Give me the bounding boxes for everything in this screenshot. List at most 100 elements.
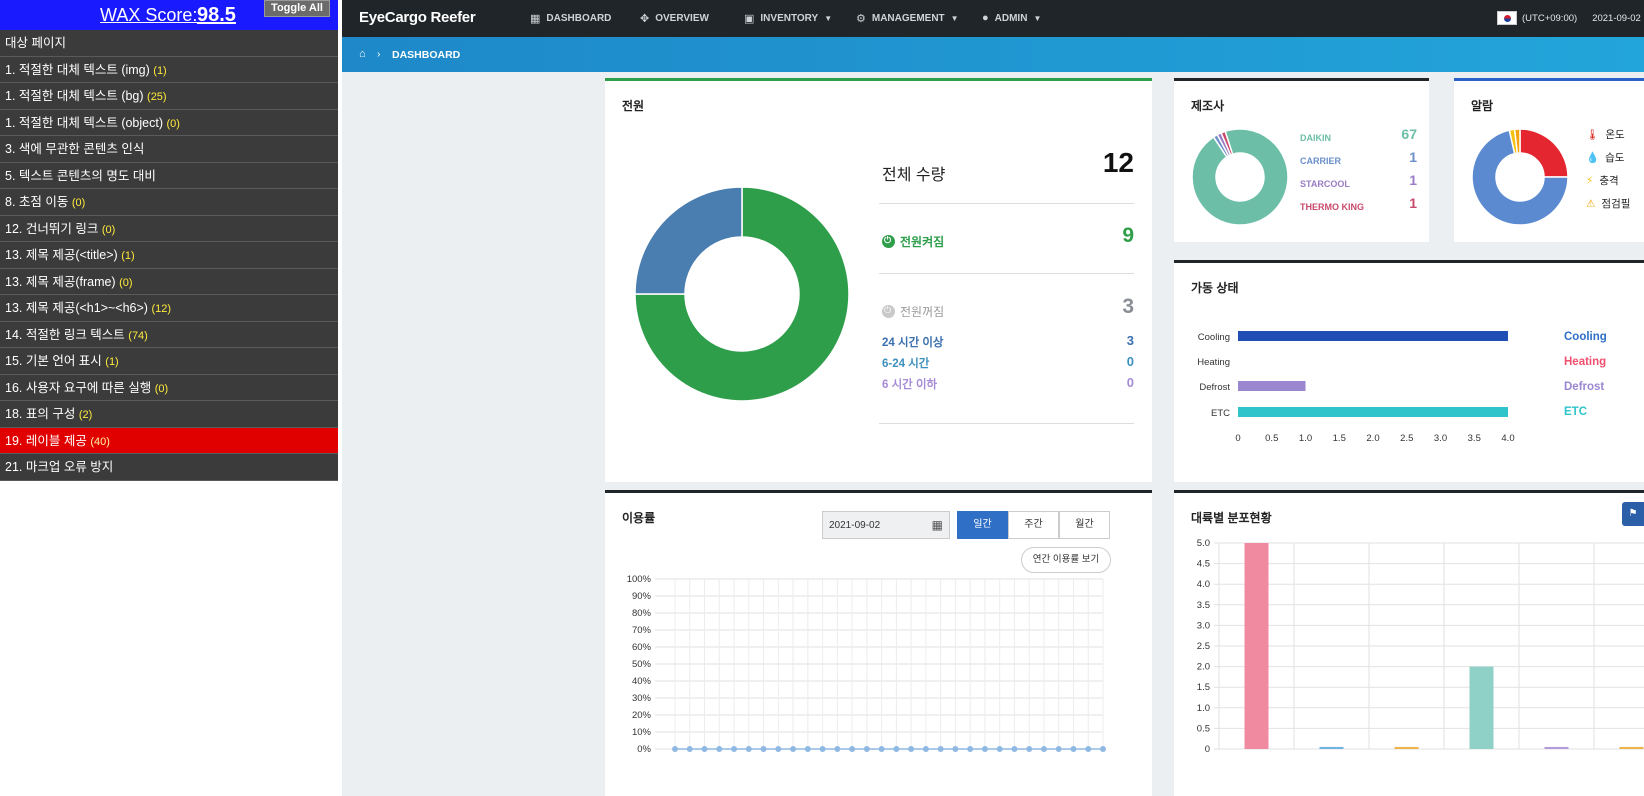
data-point bbox=[834, 746, 841, 752]
power-off-icon bbox=[882, 305, 895, 318]
data-point bbox=[819, 746, 826, 752]
wax-item[interactable]: 19. 레이블 제공 (40) bbox=[0, 427, 338, 454]
data-point bbox=[1100, 746, 1106, 752]
y-tick-label: 70% bbox=[632, 625, 652, 636]
y-tick-label: 80% bbox=[632, 608, 652, 619]
manufacturer-donut-chart bbox=[1192, 129, 1288, 225]
region-bar bbox=[1544, 746, 1569, 749]
usage-line-chart: 100% 90% 80% 70% 60% 50% 40% 30% 20% 10% 0% bbox=[627, 574, 1106, 755]
y-tick-label: 0.5 bbox=[1197, 723, 1210, 734]
wax-score-label: WAX Score: bbox=[100, 5, 198, 25]
y-tick-label: 4.0 bbox=[1197, 579, 1210, 590]
wax-item[interactable]: 21. 마크업 오류 방지 bbox=[0, 454, 338, 481]
nav-inventory[interactable]: ▣ INVENTORY ▼ bbox=[744, 12, 832, 25]
wax-item[interactable]: 16. 사용자 요구에 따른 실행 (0) bbox=[0, 374, 338, 401]
data-point bbox=[1055, 746, 1062, 752]
alarm-inspection: ⚠ 점검필 bbox=[1586, 196, 1630, 211]
nav-dashboard[interactable]: ▦ DASHBOARD bbox=[530, 12, 611, 25]
wax-item[interactable]: 14. 적절한 링크 텍스트 (74) bbox=[0, 321, 338, 348]
timezone-display[interactable]: (UTC+09:00) 2021-09-02 10: bbox=[1497, 11, 1644, 25]
wax-item-count: (2) bbox=[78, 409, 93, 421]
x-tick-label: 4.0 bbox=[1501, 433, 1514, 444]
wax-item-label: 1. 적절한 대체 텍스트 (img) bbox=[5, 62, 150, 77]
maker-label: DAIKIN bbox=[1300, 133, 1331, 143]
alarm-card: 알람 🌡 온도 💧 습도 ⚡ 충격 ⚠ 점검필 bbox=[1454, 78, 1644, 242]
data-point bbox=[672, 746, 678, 752]
region-distribution-card: 대륙별 분포현황 ⚑ 5.0 4.5 4.0 3.5 3.0 2.5 2.0 1.5 1.0 0.… bbox=[1174, 490, 1644, 796]
app-logo[interactable]: EyeCargo Reefer bbox=[359, 9, 476, 26]
wax-item[interactable]: 18. 표의 구성 (2) bbox=[0, 401, 338, 428]
y-tick-label: 3.5 bbox=[1197, 600, 1210, 611]
wax-item[interactable]: 1. 적절한 대체 텍스트 (object) (0) bbox=[0, 109, 338, 136]
toggle-all-button[interactable]: Toggle All bbox=[264, 0, 330, 17]
region-bar bbox=[1244, 543, 1269, 749]
wax-item-count: (12) bbox=[151, 303, 172, 315]
legend-etc: ETC bbox=[1564, 406, 1587, 418]
data-point bbox=[908, 746, 915, 752]
home-icon[interactable]: ⌂ bbox=[359, 48, 366, 60]
x-tick-label: 1.5 bbox=[1333, 433, 1346, 444]
wax-item-count: (25) bbox=[147, 91, 167, 103]
wax-item-count: (40) bbox=[90, 435, 110, 448]
wax-item-count: (0) bbox=[166, 117, 180, 130]
nav-overview-label: OVERVIEW bbox=[655, 13, 709, 24]
nav-admin[interactable]: ● ADMIN ▼ bbox=[982, 12, 1041, 24]
breakdown-label: 6 시간 이하 bbox=[882, 379, 938, 391]
admin-icon: ● bbox=[982, 12, 989, 24]
breakdown-value: 3 bbox=[1126, 333, 1134, 348]
region-bar-chart: 5.0 4.5 4.0 3.5 3.0 2.5 2.0 1.5 1.0 0.5 0 bbox=[1197, 538, 1644, 755]
wax-item[interactable]: 5. 텍스트 콘텐츠의 명도 대비 bbox=[0, 162, 338, 189]
total-label: 전체 수량 bbox=[882, 167, 946, 184]
manufacturer-card: 제조사 DAIKIN 67 CARRIER 1 STARCOOL 1 THERM… bbox=[1174, 78, 1429, 242]
alarm-shock: ⚡ 충격 bbox=[1586, 173, 1619, 188]
wax-item-count: (74) bbox=[128, 329, 148, 342]
region-bar bbox=[1469, 666, 1494, 749]
data-point bbox=[863, 746, 870, 752]
category-label: ETC bbox=[1211, 408, 1230, 419]
region-bar bbox=[1394, 746, 1419, 749]
divider bbox=[879, 273, 1134, 274]
region-bar bbox=[1619, 746, 1644, 749]
wax-item[interactable]: 대상 페이지 bbox=[0, 30, 338, 57]
wax-item-label: 1. 적절한 대체 텍스트 (bg) bbox=[5, 89, 144, 103]
wax-item-count: (0) bbox=[71, 197, 86, 209]
wax-item[interactable]: 15. 기본 언어 표시 (1) bbox=[0, 348, 338, 375]
wax-item-label: 13. 제목 제공(<h1>~<h6>) bbox=[5, 301, 148, 315]
data-point bbox=[937, 746, 944, 752]
y-tick-label: 1.0 bbox=[1197, 703, 1210, 714]
maker-label: CARRIER bbox=[1300, 156, 1342, 166]
y-tick-label: 5.0 bbox=[1197, 538, 1210, 549]
status-bar bbox=[1238, 381, 1306, 391]
wax-item-count: (0) bbox=[119, 276, 133, 289]
korea-flag-icon bbox=[1497, 11, 1517, 25]
wax-item-label: 8. 초점 이동 bbox=[5, 195, 69, 209]
gear-icon: ⚙ bbox=[856, 13, 866, 25]
lightning-icon: ⚡ bbox=[1586, 174, 1594, 187]
wax-item[interactable]: 1. 적절한 대체 텍스트 (img) (1) bbox=[0, 56, 338, 83]
wax-item[interactable]: 1. 적절한 대체 텍스트 (bg) (25) bbox=[0, 83, 338, 110]
nav-management[interactable]: ⚙ MANAGEMENT ▼ bbox=[856, 12, 959, 25]
status-bar bbox=[1238, 407, 1508, 417]
data-point bbox=[804, 746, 811, 752]
y-tick-label: 2.0 bbox=[1197, 662, 1210, 673]
data-point bbox=[1070, 746, 1077, 752]
nav-dashboard-label: DASHBOARD bbox=[546, 13, 612, 24]
data-point bbox=[1085, 746, 1092, 752]
warning-icon: ⚠ bbox=[1586, 197, 1596, 210]
nav-overview[interactable]: ✥ OVERVIEW bbox=[640, 12, 709, 25]
archive-icon: ▣ bbox=[744, 13, 755, 25]
y-tick-label: 4.5 bbox=[1197, 559, 1210, 570]
wax-item[interactable]: 13. 제목 제공(frame) (0) bbox=[0, 268, 338, 295]
x-tick-label: 0.5 bbox=[1265, 433, 1278, 444]
wax-item[interactable]: 12. 건너뛰기 링크 (0) bbox=[0, 215, 338, 242]
wax-item[interactable]: 13. 제목 제공(<h1>~<h6>) (12) bbox=[0, 295, 338, 322]
wax-item-count: (0) bbox=[154, 382, 169, 395]
wax-item[interactable]: 8. 초점 이동 (0) bbox=[0, 189, 338, 216]
wax-item[interactable]: 13. 제목 제공(<title>) (1) bbox=[0, 242, 338, 269]
y-tick-label: 3.0 bbox=[1197, 620, 1210, 631]
wax-item[interactable]: 3. 색에 무관한 콘텐츠 인식 bbox=[0, 136, 338, 163]
operation-status-card: 가동 상태 Cooling Heating Defrost ETC 0 0.5 1.0 1.5… bbox=[1174, 260, 1644, 482]
data-point bbox=[893, 746, 900, 752]
y-tick-label: 1.5 bbox=[1197, 682, 1210, 693]
alarm-label: 온도 bbox=[1605, 129, 1625, 141]
